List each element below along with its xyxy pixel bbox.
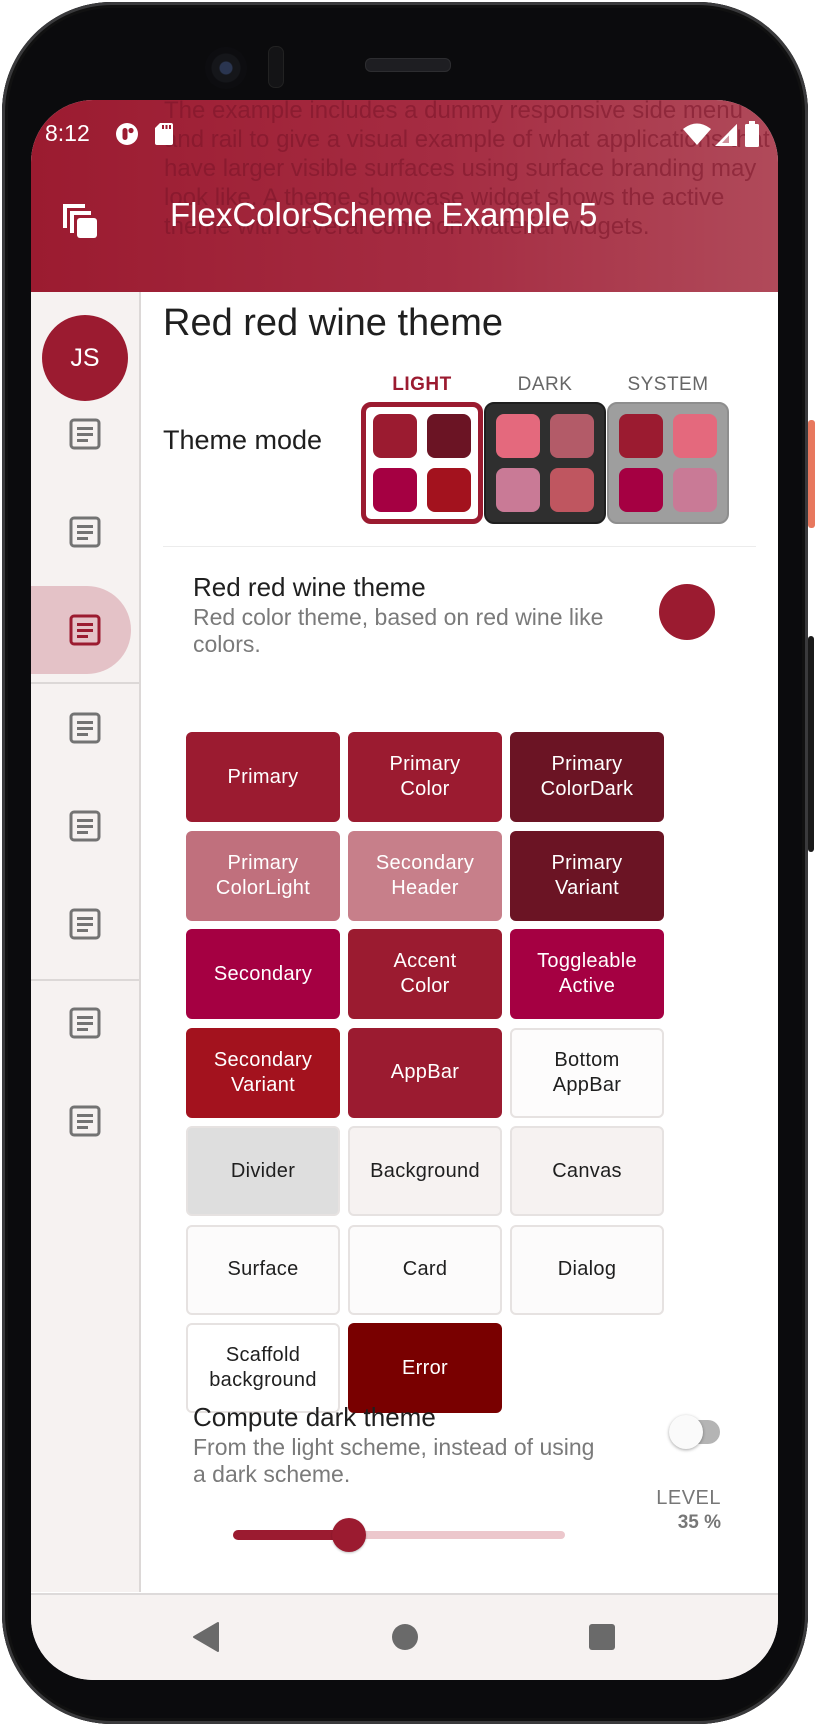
page-title: Red red wine theme <box>163 302 504 344</box>
power-button <box>808 420 815 528</box>
color-cell-dialog: Dialog <box>510 1224 664 1315</box>
cell-signal-icon <box>715 124 737 151</box>
color-cell-card: Card <box>348 1224 502 1315</box>
theme-mode-swatch <box>373 414 417 458</box>
color-cell-error: Error <box>348 1323 502 1413</box>
status-time: 8:12 <box>45 120 90 146</box>
color-cell-surface: Surface <box>186 1224 340 1315</box>
color-cell-background: Background <box>348 1126 502 1216</box>
article-icon <box>69 810 101 842</box>
theme-mode-dark-button[interactable] <box>484 402 606 524</box>
theme-mode-swatch <box>619 414 663 458</box>
theme-mode-label: Theme mode <box>163 425 323 455</box>
color-cell-secondary-header: Secondary Header <box>348 830 502 921</box>
navigation-rail: JS <box>31 292 141 1592</box>
main-content: Red red wine theme Theme mode LIGHT DARK S… <box>141 292 778 1592</box>
rail-item-6[interactable] <box>31 880 139 968</box>
copy-layers-icon[interactable] <box>61 200 101 240</box>
slider-thumb[interactable] <box>332 1518 367 1552</box>
rail-item-5[interactable] <box>31 782 139 870</box>
back-icon <box>193 1622 219 1652</box>
scheme-title: Red red wine theme <box>193 572 426 602</box>
level-label: LEVEL <box>656 1487 721 1509</box>
color-cell-primary-variant: Primary Variant <box>510 830 664 921</box>
article-icon <box>69 712 101 744</box>
theme-mode-label-system: SYSTEM <box>627 374 709 395</box>
color-cell-accent-color: Accent Color <box>348 929 502 1019</box>
data-saver-icon <box>115 122 139 151</box>
color-cell-scaffold-background: Scaffold background <box>186 1323 340 1413</box>
rail-item-7[interactable] <box>31 979 139 1067</box>
theme-mode-system-button[interactable] <box>607 402 729 524</box>
color-cell-canvas: Canvas <box>510 1126 664 1216</box>
avatar[interactable]: JS <box>42 315 128 401</box>
sd-card-icon <box>155 122 173 151</box>
theme-mode-swatch <box>427 468 471 512</box>
rail-item-2[interactable] <box>31 488 139 576</box>
article-icon <box>69 1007 101 1039</box>
theme-mode-swatch <box>496 468 540 512</box>
color-cell-primary-colordark: Primary ColorDark <box>510 732 664 822</box>
color-cell-appbar: AppBar <box>348 1027 502 1118</box>
theme-mode-swatch <box>619 468 663 512</box>
article-icon <box>69 516 101 548</box>
theme-mode-light-button[interactable] <box>361 402 483 524</box>
compute-dark-title: Compute dark theme <box>193 1402 436 1432</box>
rail-item-8[interactable] <box>31 1077 139 1165</box>
proximity-sensor <box>268 46 284 88</box>
home-icon <box>392 1624 418 1650</box>
theme-mode-label-dark: DARK <box>517 374 573 395</box>
level-slider[interactable] <box>233 1518 565 1552</box>
color-cell-toggleable-active: Toggleable Active <box>510 929 664 1019</box>
theme-mode-swatch <box>550 414 594 458</box>
battery-icon <box>745 121 759 152</box>
article-icon <box>69 614 101 646</box>
color-cell-secondary-variant: Secondary Variant <box>186 1027 340 1118</box>
rail-item-4[interactable] <box>31 684 139 772</box>
theme-mode-swatch <box>673 468 717 512</box>
theme-mode-swatch <box>373 468 417 512</box>
color-cell-primary-colorlight: Primary ColorLight <box>186 830 340 921</box>
volume-button <box>808 636 814 852</box>
level-value: 35 % <box>677 1512 721 1533</box>
color-cell-bottom-appbar: Bottom AppBar <box>510 1027 664 1118</box>
theme-mode-swatch <box>427 414 471 458</box>
theme-mode-swatch <box>673 414 717 458</box>
compute-dark-description: From the light scheme, instead of using … <box>193 1434 595 1487</box>
section-divider <box>163 546 756 547</box>
article-icon <box>69 418 101 450</box>
color-cell-divider: Divider <box>186 1126 340 1216</box>
scheme-description: Red color theme, based on red wine like … <box>193 604 604 657</box>
scheme-color-indicator[interactable] <box>659 584 715 640</box>
system-navigation-bar <box>31 1593 778 1680</box>
screen: The example includes a dummy responsive … <box>31 100 778 1680</box>
article-icon <box>69 1105 101 1137</box>
theme-mode-swatch <box>550 468 594 512</box>
wifi-icon <box>683 122 711 151</box>
color-cell-primary: Primary <box>186 732 340 822</box>
theme-mode-swatch <box>496 414 540 458</box>
rail-item-1[interactable] <box>31 390 139 478</box>
theme-mode-label-light: LIGHT <box>392 374 452 395</box>
app-title: FlexColorScheme Example 5 <box>170 196 598 233</box>
article-icon <box>69 908 101 940</box>
recents-button[interactable] <box>582 1617 622 1657</box>
avatar-initials: JS <box>70 343 100 372</box>
compute-dark-switch-thumb[interactable] <box>669 1415 703 1449</box>
back-button[interactable] <box>186 1617 226 1657</box>
front-camera <box>205 47 247 89</box>
earpiece-speaker <box>365 58 451 72</box>
rail-item-3[interactable] <box>31 586 139 674</box>
home-button[interactable] <box>385 1617 425 1657</box>
recents-icon <box>589 1624 615 1650</box>
color-cell-secondary: Secondary <box>186 929 340 1019</box>
color-cell-primary-color: Primary Color <box>348 732 502 822</box>
app-bar: The example includes a dummy responsive … <box>31 100 778 292</box>
